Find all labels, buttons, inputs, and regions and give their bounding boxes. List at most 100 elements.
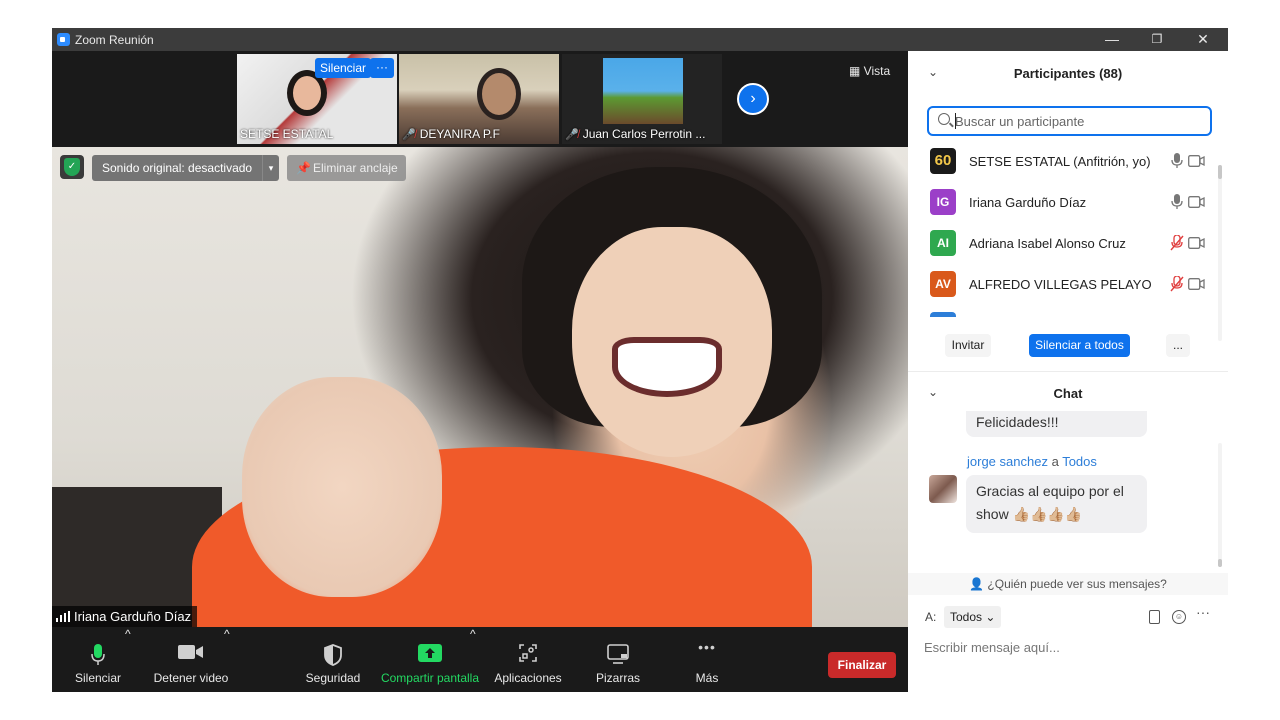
participant-row[interactable]: 60 SETSE ESTATAL (Anfitrión, yo) [908, 143, 1214, 184]
participant-name: Iriana Garduño Díaz [969, 195, 1087, 210]
avatar: AI [930, 230, 956, 256]
original-sound-button[interactable]: Sonido original: desactivado [92, 155, 263, 181]
chat-scrollbar[interactable] [1218, 443, 1222, 567]
participant-name: Adriana Isabel Alonso Cruz [969, 236, 1126, 251]
chat-recipient[interactable]: Todos [1062, 454, 1097, 469]
file-icon[interactable] [1149, 610, 1160, 624]
thumbnail-juan-carlos[interactable]: 🎤̸ Juan Carlos Perrotin ... [562, 54, 722, 144]
thumbnail-face [477, 68, 521, 120]
mute-all-button[interactable]: Silenciar a todos [1029, 334, 1130, 357]
microphone-icon [1171, 153, 1183, 168]
shield-icon [324, 644, 342, 666]
share-options-caret[interactable]: ^ [470, 627, 476, 641]
signal-strength-icon [56, 611, 70, 622]
avatar: IG [930, 189, 956, 215]
chat-message-input[interactable] [924, 637, 1214, 657]
participants-title: Participantes (88) [1013, 66, 1123, 81]
participants-scrollbar[interactable] [1218, 165, 1222, 341]
video-off-icon [1188, 196, 1205, 208]
restore-button[interactable]: ❐ [1147, 30, 1167, 48]
video-off-icon [1188, 278, 1205, 290]
invite-button[interactable]: Invitar [945, 334, 991, 357]
participant-row[interactable]: AI Adriana Isabel Alonso Cruz [908, 225, 1214, 266]
avatar: AV [930, 271, 956, 297]
participant-row[interactable] [908, 307, 1214, 317]
main-video: ✓ Sonido original: desactivado ▾ 📌 Elimin… [52, 147, 908, 627]
end-meeting-button[interactable]: Finalizar [828, 652, 896, 678]
side-panel: ⌄ Participantes (88) Buscar un participa… [908, 51, 1228, 692]
participant-row[interactable]: IG Iriana Garduño Díaz [908, 184, 1214, 225]
stop-video-button[interactable]: Detener video [152, 627, 230, 692]
mic-muted-icon: 🎤̸ [402, 129, 416, 141]
thumbnail-mute-button[interactable]: Silenciar [315, 58, 372, 78]
emoji-icon[interactable]: ☺ [1172, 610, 1186, 624]
chat-title: Chat [1053, 386, 1083, 401]
person-lock-icon: 👤 [969, 577, 988, 591]
avatar [929, 475, 957, 503]
chat-recipient-select[interactable]: Todos ⌄ [944, 606, 1002, 628]
zoom-app-icon [57, 33, 70, 46]
video-background [242, 377, 442, 597]
window-title: Zoom Reunión [75, 33, 154, 47]
search-icon [938, 113, 950, 125]
video-off-icon [1188, 237, 1205, 249]
avatar: 60 [930, 148, 956, 174]
thumbnail-name: 🎤̸ Juan Carlos Perrotin ... [565, 127, 706, 141]
participant-row[interactable]: AV ALFREDO VILLEGAS PELAYO [908, 266, 1214, 307]
meeting-area: Silenciar ··· SETSE ESTATAL 🎤̸ DEYANIRA P… [52, 51, 908, 692]
divider [908, 371, 1228, 372]
whiteboards-button[interactable]: Pizarras [588, 627, 648, 692]
speaker-name-label: Iriana Garduño Díaz [52, 606, 198, 627]
close-button[interactable]: ✕ [1193, 30, 1213, 48]
security-button[interactable]: Seguridad [302, 627, 364, 692]
mic-muted-icon: 🎤̸ [565, 129, 579, 141]
unpin-button[interactable]: 📌 Eliminar anclaje [287, 155, 406, 181]
chat-messages: Felicidades!!! jorge sanchez a Todos Gra… [908, 411, 1214, 571]
video-options-caret[interactable]: ^ [224, 627, 230, 641]
mic-muted-icon [1170, 235, 1184, 251]
view-button[interactable]: ▦ Vista [849, 64, 890, 78]
thumbnail-setse-estatal[interactable]: Silenciar ··· SETSE ESTATAL [237, 54, 397, 144]
apps-icon [519, 644, 537, 662]
thumbnail-strip: Silenciar ··· SETSE ESTATAL 🎤̸ DEYANIRA P… [52, 51, 908, 147]
participant-name: SETSE ESTATAL (Anfitrión, yo) [969, 154, 1151, 169]
search-input[interactable]: Buscar un participante [955, 114, 1084, 129]
thumbnail-more-button[interactable]: ··· [370, 58, 394, 78]
microphone-icon [91, 644, 105, 665]
who-can-see-messages[interactable]: 👤 ¿Quién puede ver sus mensajes? [908, 573, 1228, 595]
chat-more-icon[interactable]: ··· [1196, 604, 1210, 620]
participant-list: 60 SETSE ESTATAL (Anfitrión, yo) IG Iria… [908, 143, 1214, 317]
participant-name: ALFREDO VILLEGAS PELAYO [969, 277, 1152, 292]
microphone-icon [1171, 194, 1183, 209]
next-page-icon[interactable]: › [737, 83, 769, 115]
chat-message: Gracias al equipo por el show 👍🏼👍🏼👍🏼👍🏼 [966, 475, 1147, 533]
title-bar: Zoom Reunión — ❐ ✕ [52, 28, 1228, 51]
zoom-window: Zoom Reunión — ❐ ✕ Silenciar ··· SETSE E… [52, 28, 1228, 692]
thumbnail-deyanira[interactable]: 🎤̸ DEYANIRA P.F [399, 54, 559, 144]
participants-more-button[interactable]: ... [1166, 334, 1190, 357]
video-off-icon [1188, 155, 1205, 167]
chat-to-label: A: [925, 610, 937, 624]
chevron-down-icon[interactable]: ▾ [262, 155, 279, 181]
apps-button[interactable]: Aplicaciones [492, 627, 564, 692]
mute-options-caret[interactable]: ^ [125, 627, 131, 641]
participant-search[interactable]: Buscar un participante [927, 106, 1212, 136]
chat-sender-name[interactable]: jorge sanchez [967, 454, 1048, 469]
meeting-toolbar: Silenciar ^ Detener video ^ Seguridad Co… [52, 627, 908, 692]
grid-icon: ▦ [849, 64, 864, 78]
share-screen-button[interactable]: Compartir pantalla [380, 627, 480, 692]
pin-icon: 📌 [296, 161, 311, 175]
chat-sender-line: jorge sanchez a Todos [967, 454, 1097, 469]
more-dots-icon: ••• [698, 639, 716, 655]
more-button[interactable]: ••• Más [682, 627, 732, 692]
chat-message-previous: Felicidades!!! [966, 411, 1147, 437]
mic-muted-icon [1170, 276, 1184, 292]
thumbnail-name: 🎤̸ DEYANIRA P.F [402, 127, 500, 141]
chevron-down-icon: ⌄ [985, 610, 996, 624]
avatar [930, 312, 956, 317]
encryption-shield-icon[interactable]: ✓ [60, 155, 84, 179]
mute-button[interactable]: Silenciar [67, 627, 129, 692]
video-background [612, 337, 722, 397]
profile-picture [603, 58, 683, 124]
minimize-button[interactable]: — [1102, 30, 1122, 48]
